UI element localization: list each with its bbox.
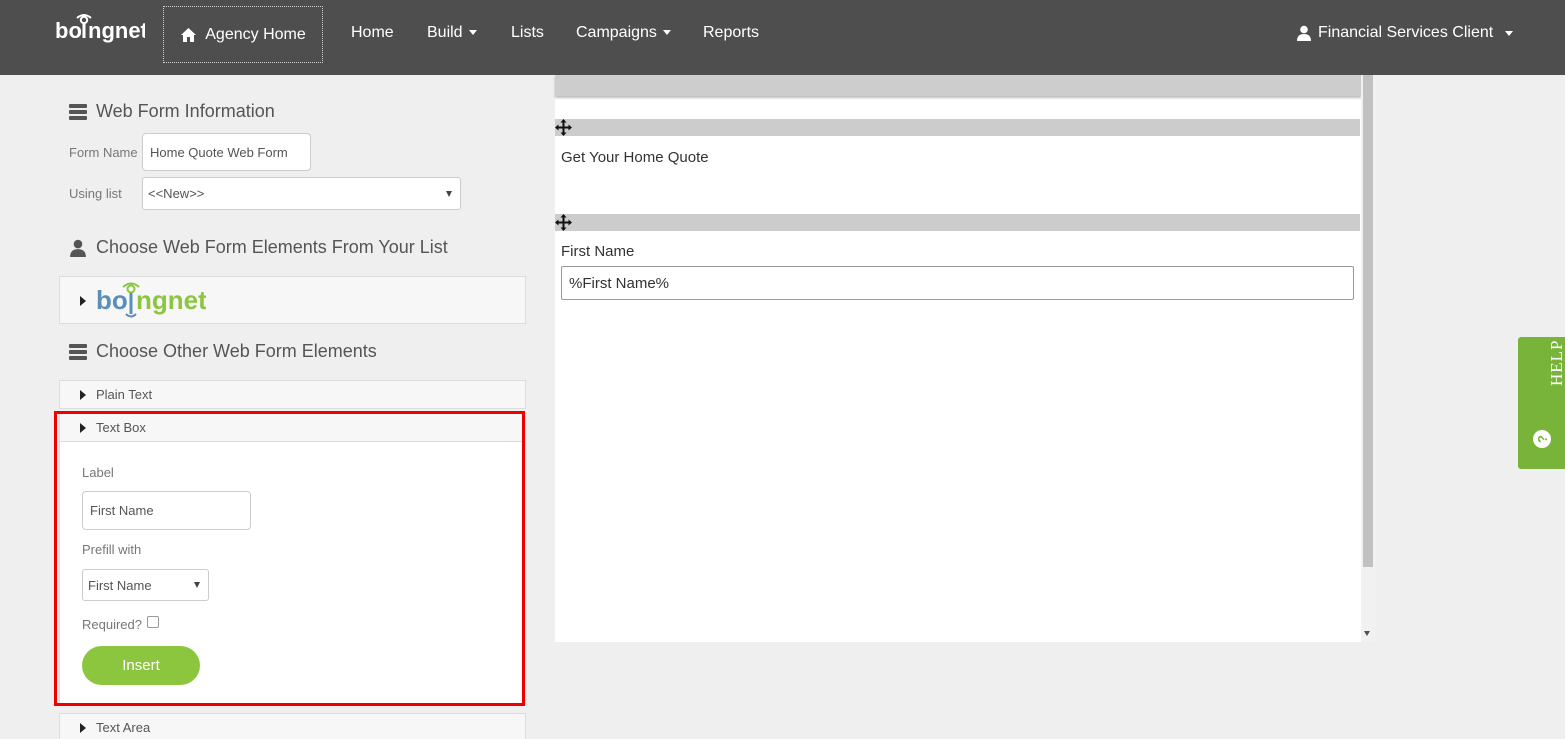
question-icon: ? (1533, 430, 1551, 448)
form-name-label: Form Name (69, 145, 138, 160)
chevron-down-icon (446, 190, 452, 197)
move-icon[interactable] (555, 119, 572, 136)
using-list-label: Using list (69, 186, 122, 201)
list-elements-title: Choose Web Form Elements From Your List (96, 237, 448, 257)
nav-lists[interactable]: Lists (511, 24, 544, 42)
move-icon[interactable] (555, 214, 572, 231)
nav-campaigns-label: Campaigns (576, 24, 657, 41)
drag-handle-bar[interactable] (555, 119, 1360, 136)
nav-build-label: Build (427, 24, 463, 41)
drag-handle-bar[interactable] (555, 214, 1360, 231)
boingnet-logo: bo ngnet (96, 282, 206, 318)
preview-heading: Get Your Home Quote (561, 149, 709, 166)
using-list-select[interactable]: <<New>> (142, 177, 461, 210)
caret-right-icon (80, 296, 86, 306)
prefill-select[interactable]: First Name (82, 569, 209, 601)
svg-text:ngnet: ngnet (136, 285, 206, 315)
preview-scrollbar-thumb[interactable] (1363, 75, 1373, 567)
accordion-text-area[interactable]: Text Area (59, 713, 526, 739)
nav-campaigns[interactable]: Campaigns (576, 24, 671, 42)
accordion-plain-text-label: Plain Text (96, 387, 153, 402)
caret-right-icon (80, 389, 86, 400)
insert-button[interactable]: Insert (82, 646, 200, 685)
user-menu-label: Financial Services Client (1318, 24, 1494, 41)
prefill-value: First Name (88, 577, 152, 593)
required-checkbox[interactable] (147, 616, 159, 628)
other-elements-heading: Choose Other Web Form Elements (69, 341, 377, 362)
chevron-down-icon (194, 582, 200, 588)
web-form-info-title: Web Form Information (96, 101, 275, 121)
caret-down-icon (662, 30, 671, 36)
list-elements-heading: Choose Web Form Elements From Your List (69, 237, 448, 258)
caret-right-icon (80, 422, 86, 433)
help-label: HELP (1547, 339, 1565, 387)
user-icon (70, 239, 86, 257)
boingnet-list-panel[interactable]: bo ngnet (59, 276, 526, 324)
nav-build[interactable]: Build (427, 24, 477, 42)
preview-first-name-input[interactable]: %First Name% (561, 266, 1354, 300)
boingnet-logo[interactable]: bo ngnet (55, 12, 149, 48)
nav-reports[interactable]: Reports (703, 24, 759, 42)
svg-text:bo: bo (55, 18, 82, 43)
caret-down-icon (1505, 30, 1514, 36)
caret-down-icon (468, 30, 477, 36)
accordion-plain-text[interactable]: Plain Text (59, 380, 526, 409)
server-icon (69, 343, 87, 360)
required-caption: Required? (82, 617, 142, 632)
agency-home-button[interactable]: Agency Home (163, 6, 323, 63)
using-list-value: <<New>> (148, 186, 205, 201)
svg-text:bo: bo (96, 285, 128, 315)
server-icon (69, 103, 87, 120)
preview-field-label: First Name (561, 243, 635, 260)
preview-field-value: %First Name% (569, 274, 670, 292)
caret-right-icon (80, 722, 86, 733)
preview-top-bar (555, 75, 1361, 96)
home-icon (181, 27, 197, 42)
accordion-text-box[interactable]: Text Box (60, 413, 522, 442)
label-input[interactable] (82, 491, 251, 530)
agency-home-label: Agency Home (205, 25, 306, 43)
svg-text:ngnet: ngnet (88, 18, 145, 43)
label-caption: Label (82, 465, 114, 480)
user-icon (1297, 25, 1311, 41)
user-menu[interactable]: Financial Services Client (1296, 24, 1514, 42)
other-elements-title: Choose Other Web Form Elements (96, 341, 377, 361)
web-form-info-heading: Web Form Information (69, 101, 275, 122)
top-navbar: bo ngnet Agency Home Home Build Lists Ca… (0, 0, 1565, 75)
scroll-down-arrow-icon[interactable] (1364, 631, 1370, 636)
prefill-caption: Prefill with (82, 542, 142, 557)
nav-home[interactable]: Home (351, 24, 394, 42)
form-name-input[interactable] (142, 133, 311, 171)
accordion-text-box-label: Text Box (96, 420, 146, 435)
accordion-text-area-label: Text Area (96, 720, 151, 735)
